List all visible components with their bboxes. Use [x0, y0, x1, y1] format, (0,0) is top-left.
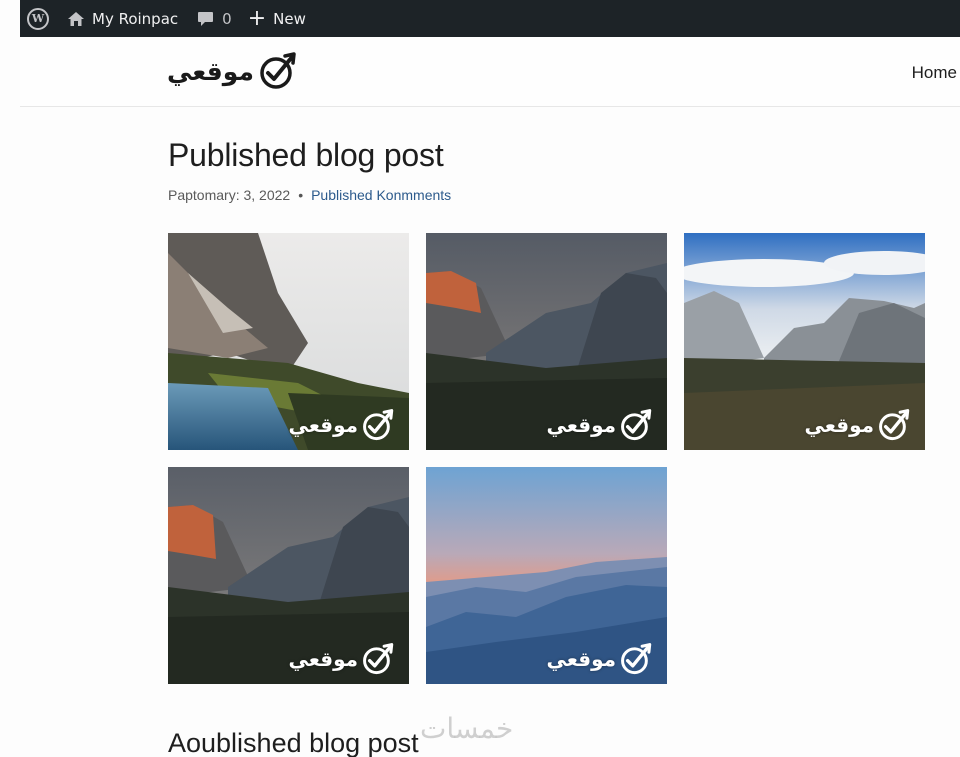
image-watermark: موقعي: [288, 642, 397, 676]
comments-link[interactable]: Published Konmments: [311, 187, 451, 203]
check-arrow-icon: [260, 52, 296, 89]
gallery-image-1[interactable]: موقعي: [168, 233, 409, 450]
image-watermark: موقعي: [804, 408, 913, 442]
new-content-link[interactable]: + New: [248, 0, 306, 37]
check-arrow-icon: [361, 408, 397, 442]
home-icon: [67, 11, 85, 27]
check-arrow-icon: [877, 408, 913, 442]
admin-bar: W My Roinpac 0 + New: [20, 0, 960, 37]
plus-icon: +: [247, 5, 267, 31]
post-title: Published blog post: [168, 137, 444, 173]
wordpress-menu[interactable]: W: [20, 0, 67, 37]
nav-home-link[interactable]: Home: [912, 63, 957, 83]
wordpress-icon[interactable]: W: [27, 7, 49, 30]
image-watermark: موقعي: [546, 408, 655, 442]
gallery-image-5[interactable]: موقعي: [426, 467, 667, 684]
site-logo[interactable]: موقعي: [167, 51, 300, 91]
site-name: My Roinpac: [92, 9, 179, 28]
new-label: New: [273, 9, 306, 28]
site-watermark: خمسات: [420, 712, 514, 745]
gallery-image-2[interactable]: موقعي: [426, 233, 667, 450]
watermark-text: موقعي: [288, 413, 358, 437]
comment-icon: [197, 11, 214, 27]
gallery-image-3[interactable]: موقعي: [684, 233, 925, 450]
brand-text: موقعي: [167, 56, 254, 86]
check-arrow-icon: [619, 642, 655, 676]
meta-separator: •: [298, 187, 304, 203]
watermark-text: موقعي: [546, 413, 616, 437]
site-header: موقعي Home: [20, 37, 960, 107]
comment-count: 0: [222, 9, 232, 28]
check-arrow-icon: [619, 408, 655, 442]
image-watermark: موقعي: [288, 408, 397, 442]
next-post-title[interactable]: Aoublished blog post: [168, 728, 419, 757]
post-date: Paptomary: 3, 2022: [168, 187, 291, 203]
watermark-text: موقعي: [546, 647, 616, 671]
comments-link[interactable]: 0: [197, 0, 248, 37]
check-arrow-icon: [361, 642, 397, 676]
watermark-text: موقعي: [288, 647, 358, 671]
watermark-text: موقعي: [804, 413, 874, 437]
gallery-image-4[interactable]: موقعي: [168, 467, 409, 684]
post-meta: Paptomary: 3, 2022 • Published Konmments: [168, 187, 451, 203]
image-watermark: موقعي: [546, 642, 655, 676]
site-name-link[interactable]: My Roinpac: [67, 0, 197, 37]
